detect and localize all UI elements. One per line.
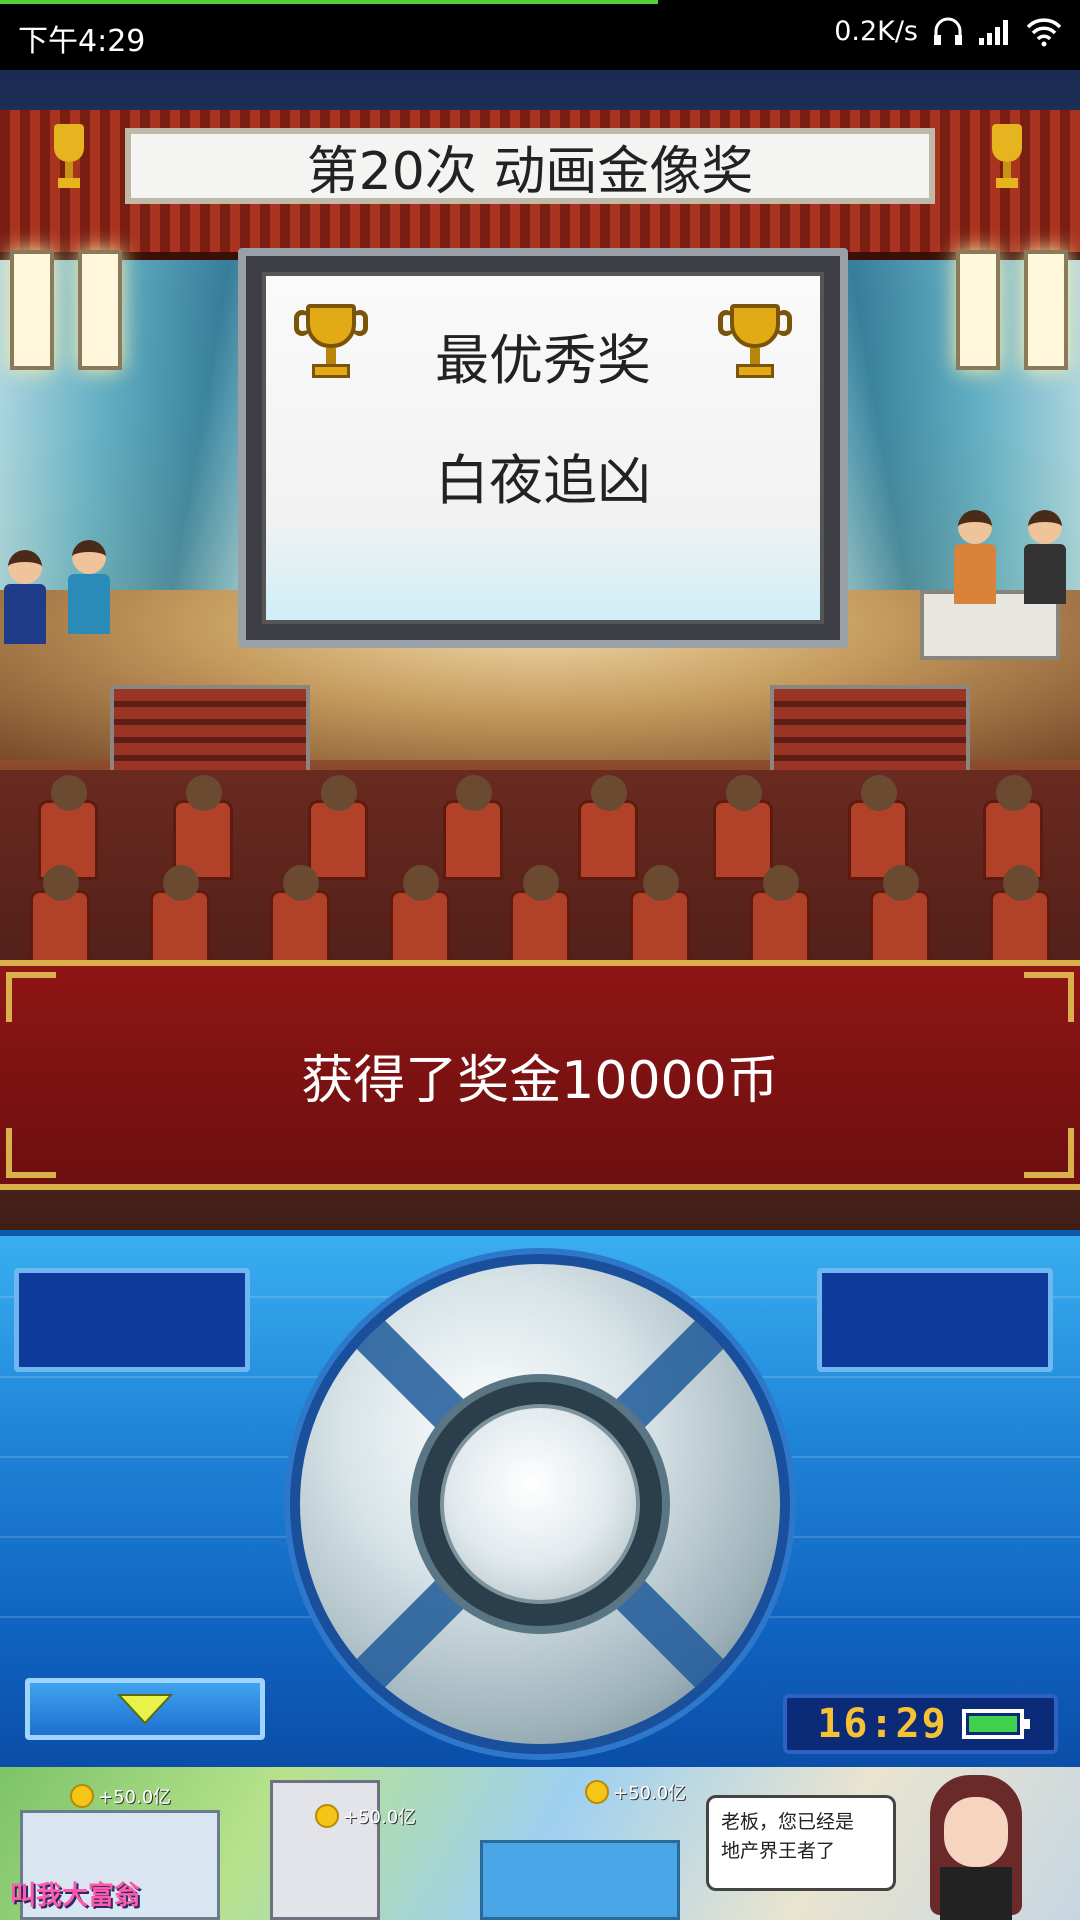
character-sprite [64, 540, 114, 640]
collapse-down-button[interactable] [25, 1678, 265, 1740]
coin-badge: +50.0亿 [585, 1779, 686, 1805]
ad-speech-bubble: 老板，您已经是 地产界王者了 [706, 1795, 896, 1891]
stage-light [956, 250, 1000, 370]
signal-icon [978, 18, 1012, 46]
net-speed: 0.2K/s [834, 16, 918, 47]
wifi-icon [1026, 17, 1062, 47]
clock-display: 16:29 [783, 1694, 1058, 1754]
headphones-icon [932, 17, 964, 47]
award-ceremony-scene[interactable]: 第20次 动画金像奖 最优秀奖 白夜追凶 获得了奖金10000币 [0, 70, 1080, 1230]
coin-badge-text: +50.0亿 [98, 1787, 172, 1808]
award-screen-panel: 最优秀奖 白夜追凶 [262, 272, 824, 624]
reward-message: 获得了奖金10000币 [301, 1050, 779, 1111]
bubble-line: 老板，您已经是 [721, 1811, 855, 1833]
character-sprite [950, 510, 1000, 610]
coin-icon [315, 1804, 339, 1828]
harbor-area [480, 1840, 680, 1920]
dial-center-button[interactable] [440, 1404, 640, 1604]
battery-icon [961, 1709, 1030, 1739]
ad-character-avatar [920, 1767, 1030, 1920]
ad-logo: 叫我大富翁 [10, 1881, 141, 1911]
gold-trophy-lamp-icon [52, 124, 86, 194]
direction-dial[interactable] [290, 1254, 790, 1754]
right-soft-button[interactable] [817, 1268, 1053, 1372]
coin-badge-text: +50.0亿 [343, 1807, 417, 1828]
down-triangle-icon [116, 1694, 174, 1725]
coin-icon [70, 1784, 94, 1808]
stage-light [1024, 250, 1068, 370]
status-time: 下午4:29 [18, 24, 146, 59]
character-sprite [0, 550, 50, 650]
coin-icon [585, 1780, 609, 1804]
trophy-icon [718, 304, 792, 384]
stage-light [78, 250, 122, 370]
coin-badge-text: +50.0亿 [613, 1783, 687, 1804]
award-screen: 最优秀奖 白夜追凶 [238, 248, 848, 648]
game-controller: 16:29 [0, 1230, 1080, 1767]
bubble-line: 地产界王者了 [721, 1840, 836, 1863]
character-sprite [1020, 510, 1070, 610]
event-title: 第20次 动画金像奖 [125, 128, 935, 204]
clock-time: 16:29 [817, 1701, 948, 1747]
status-right-group: 0.2K/s [834, 16, 1062, 47]
battery-fill [968, 1716, 1017, 1732]
loading-progress-line [0, 0, 658, 4]
status-bar: 下午4:29 0.2K/s [0, 0, 1080, 70]
coin-badge: +50.0亿 [315, 1803, 416, 1829]
ad-banner[interactable]: +50.0亿 +50.0亿 +50.0亿 叫我大富翁 老板，您已经是 地产界王者… [0, 1767, 1080, 1920]
left-soft-button[interactable] [14, 1268, 250, 1372]
award-winner-title: 白夜追凶 [435, 449, 651, 512]
stage-light [10, 250, 54, 370]
seat-row [0, 865, 1080, 970]
title-banner: 第20次 动画金像奖 [0, 110, 1080, 260]
reward-dialog[interactable]: 获得了奖金10000币 [0, 960, 1080, 1190]
tower-building [270, 1780, 380, 1920]
gold-trophy-lamp-icon [990, 124, 1024, 194]
coin-badge: +50.0亿 [70, 1783, 171, 1809]
